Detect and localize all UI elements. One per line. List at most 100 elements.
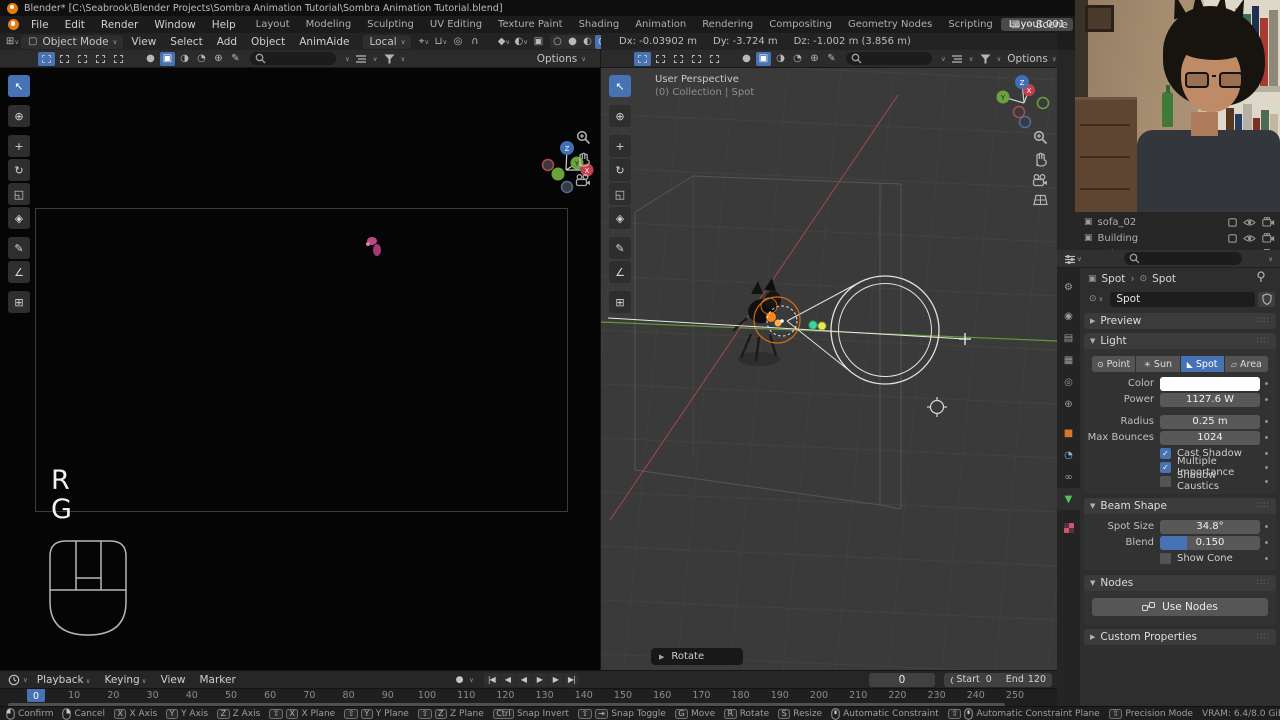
measure-tool[interactable]: ∠ xyxy=(609,261,631,283)
object-type-visibility-icon[interactable]: ▣ xyxy=(160,51,175,66)
tab-physics[interactable]: ◔ xyxy=(1057,444,1080,466)
mode-dropdown[interactable]: ▢ Object Mode ∨ xyxy=(21,34,124,49)
next-keyframe-button[interactable]: ▶ xyxy=(547,672,563,687)
options-dropdown[interactable]: Options ∨ xyxy=(531,52,592,66)
shading-wireframe-icon[interactable]: ○ xyxy=(550,35,565,49)
viewport-menu-add[interactable]: Add xyxy=(210,36,244,48)
rotate-tool[interactable]: ↻ xyxy=(8,159,30,181)
scene-selector[interactable]: ▦ ∨ Scene xyxy=(1008,16,1068,33)
tab-output[interactable]: ▤ xyxy=(1057,327,1080,349)
tab-object[interactable]: ■ xyxy=(1057,422,1080,444)
object-type-mesh-icon[interactable]: ● xyxy=(143,52,158,66)
datablock-type-dropdown[interactable]: ⊙ ∨ xyxy=(1085,291,1108,307)
workspace-tab-geometry-nodes[interactable]: Geometry Nodes xyxy=(840,18,940,31)
select-mode-new[interactable] xyxy=(634,51,651,66)
jump-to-end-button[interactable]: ▶| xyxy=(563,672,579,687)
frame-range[interactable]: Start 0 End 120 xyxy=(944,672,1052,687)
object-type-world-icon[interactable]: ⊕ xyxy=(211,52,226,66)
measure-tool[interactable]: ∠ xyxy=(8,261,30,283)
gizmo-toggle-icon[interactable]: ◆ ∨ xyxy=(496,35,511,49)
show-cone-checkbox[interactable] xyxy=(1160,552,1171,564)
viewport-search-input[interactable] xyxy=(250,52,336,65)
blender-menu-icon[interactable] xyxy=(8,19,19,30)
transform-tool[interactable]: ◈ xyxy=(609,207,631,229)
timeline-menu-keying[interactable]: Keying ∨ xyxy=(97,674,153,686)
timeline-menu-view[interactable]: View xyxy=(154,674,193,686)
panel-nodes-header[interactable]: ▼ Nodes ∷∷ xyxy=(1084,575,1276,591)
move-tool[interactable]: + xyxy=(609,135,631,157)
tab-tool[interactable]: ⚙ xyxy=(1057,276,1080,298)
pan-icon[interactable] xyxy=(576,152,591,167)
pan-icon[interactable] xyxy=(1033,152,1048,167)
light-type-area[interactable]: ▱ Area xyxy=(1224,356,1268,372)
add-cube-tool[interactable]: ⊞ xyxy=(609,291,631,313)
object-type-light-icon[interactable]: ◑ xyxy=(773,52,788,66)
color-swatch[interactable] xyxy=(1160,376,1260,391)
viewport-menu-animaide[interactable]: AnimAide xyxy=(292,36,356,48)
operator-panel[interactable]: ▶ Rotate xyxy=(651,648,743,665)
auto-keying-button[interactable]: ● xyxy=(452,673,467,687)
render-visibility-icon[interactable] xyxy=(1262,233,1275,243)
move-tool[interactable]: + xyxy=(8,135,30,157)
fake-user-shield-icon[interactable] xyxy=(1258,291,1275,307)
current-frame-field[interactable]: 0 xyxy=(869,672,935,687)
shading-material-icon[interactable]: ◐ xyxy=(580,35,595,49)
select-mode-invert[interactable] xyxy=(92,52,109,66)
handle-green[interactable] xyxy=(808,320,818,330)
panel-light-header[interactable]: ▼ Light ∷∷ xyxy=(1084,333,1276,349)
datablock-name-input[interactable]: Spot xyxy=(1110,291,1255,307)
funnel-filter-icon[interactable] xyxy=(978,52,993,66)
tab-texture[interactable] xyxy=(1057,517,1080,539)
play-button[interactable]: ▶ xyxy=(531,672,547,687)
workspace-tab-layout[interactable]: Layout xyxy=(248,18,298,31)
viewport-menu-select[interactable]: Select xyxy=(163,36,209,48)
workspace-tab-sculpting[interactable]: Sculpting xyxy=(359,18,422,31)
proportional-falloff-icon[interactable]: ∩ xyxy=(467,35,482,49)
select-mode-extend[interactable] xyxy=(652,52,669,66)
overlays-toggle-icon[interactable]: ◐ ∨ xyxy=(513,35,529,49)
object-type-mesh-icon[interactable]: ● xyxy=(739,52,754,66)
viewport-menu-object[interactable]: Object xyxy=(244,36,292,48)
light-type-point[interactable]: ⊙ Point xyxy=(1092,356,1136,372)
shading-solid-icon[interactable]: ● xyxy=(565,35,580,49)
snap-magnet-icon[interactable]: ⊔ ∨ xyxy=(433,35,448,49)
tab-view-layer[interactable]: ▦ xyxy=(1057,349,1080,371)
playhead[interactable]: 0 xyxy=(27,689,45,703)
workspace-tab-compositing[interactable]: Compositing xyxy=(761,18,840,31)
multiple-importance-checkbox[interactable]: ✓ xyxy=(1160,461,1171,473)
proportional-editing-icon[interactable]: ◎ xyxy=(450,35,465,49)
select-mode-subtract[interactable] xyxy=(670,52,687,66)
properties-filter-caret[interactable]: ∨ xyxy=(1268,255,1273,263)
annotation-brush-icon[interactable]: ✎ xyxy=(228,52,243,66)
light-type-spot[interactable]: ◣ Spot xyxy=(1180,356,1224,372)
scale-tool[interactable]: ◱ xyxy=(8,183,30,205)
timeline-editor-icon[interactable] xyxy=(6,673,21,687)
workspace-tab-scripting[interactable]: Scripting xyxy=(940,18,1000,31)
zoom-icon[interactable] xyxy=(1033,130,1048,145)
visibility-eye-icon[interactable] xyxy=(1243,218,1256,227)
annotate-tool[interactable]: ✎ xyxy=(8,237,30,259)
zoom-icon[interactable] xyxy=(576,130,591,145)
menu-window[interactable]: Window xyxy=(146,19,203,31)
scale-tool[interactable]: ◱ xyxy=(609,183,631,205)
viewport-right[interactable]: X Z Y User Perspective (0) Collection | … xyxy=(601,68,1057,670)
tweak-select-tool[interactable]: ↖ xyxy=(609,75,631,97)
visibility-eye-icon[interactable] xyxy=(1243,234,1256,243)
tree-filter-icon[interactable] xyxy=(950,52,965,66)
perspective-icon[interactable] xyxy=(1032,194,1048,206)
prev-keyframe-button[interactable]: ◀ xyxy=(499,672,515,687)
menu-file[interactable]: File xyxy=(23,19,57,31)
selectability-checkbox[interactable] xyxy=(1228,233,1237,243)
timeline-menu-marker[interactable]: Marker xyxy=(192,674,242,686)
rotate-tool[interactable]: ↻ xyxy=(609,159,631,181)
select-mode-invert[interactable] xyxy=(688,52,705,66)
menu-help[interactable]: Help xyxy=(204,19,244,31)
xray-toggle-icon[interactable]: ▣ xyxy=(531,35,546,49)
use-nodes-button[interactable]: Use Nodes xyxy=(1092,598,1268,616)
tweak-select-tool[interactable]: ↖ xyxy=(8,75,30,97)
object-type-camera-icon[interactable]: ◔ xyxy=(194,52,209,66)
viewport-search-input[interactable] xyxy=(846,52,932,65)
spot-size-field[interactable]: 34.8° xyxy=(1160,519,1260,534)
cast-shadow-checkbox[interactable]: ✓ xyxy=(1160,447,1171,459)
pivot-point-icon[interactable]: ⌖ ∨ xyxy=(416,35,431,49)
